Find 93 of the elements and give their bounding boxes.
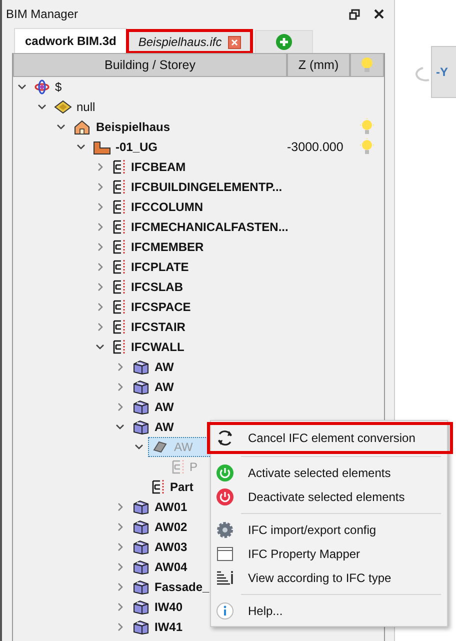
visibility-column-header[interactable] bbox=[350, 53, 384, 77]
element-box-icon bbox=[132, 519, 150, 535]
tree-item[interactable]: IFCBEAM bbox=[109, 157, 189, 177]
expand-chevron-icon[interactable] bbox=[95, 162, 105, 172]
panel-title: BIM Manager bbox=[6, 7, 80, 21]
light-bulb-icon[interactable] bbox=[360, 118, 374, 136]
tree-item[interactable]: $ bbox=[31, 77, 65, 97]
ifc-type-icon bbox=[112, 179, 126, 195]
tree-item[interactable]: IFCCOLUMN bbox=[109, 197, 206, 217]
ifc-type-icon bbox=[112, 259, 126, 275]
ifc-type-icon bbox=[112, 199, 126, 215]
storey-icon bbox=[92, 139, 110, 155]
ifc-type-icon bbox=[112, 219, 126, 235]
add-tab-button[interactable] bbox=[254, 30, 313, 53]
expand-chevron-icon[interactable] bbox=[95, 182, 105, 192]
element-plate-icon bbox=[151, 439, 169, 455]
element-box-icon bbox=[132, 379, 150, 395]
tree-item[interactable]: IFCSPACE bbox=[109, 297, 194, 317]
ifc-type-icon bbox=[112, 239, 126, 255]
tree-item[interactable]: IFCBUILDINGELEMENTP... bbox=[109, 177, 286, 197]
tab[interactable]: Beispielhaus.ifc bbox=[127, 30, 252, 53]
element-box-icon bbox=[132, 399, 150, 415]
light-bulb-icon[interactable] bbox=[360, 138, 374, 156]
tree-item[interactable]: AW bbox=[128, 357, 177, 377]
tab[interactable]: cadwork BIM.3d bbox=[14, 28, 128, 53]
element-box-icon bbox=[132, 579, 150, 595]
collapse-chevron-icon[interactable] bbox=[95, 342, 105, 352]
element-box-icon bbox=[132, 599, 150, 615]
z-value: -3000.000 bbox=[287, 140, 344, 154]
view-cube[interactable]: -Y bbox=[431, 46, 456, 98]
tree-item[interactable]: IW40 bbox=[128, 597, 186, 617]
tree-item[interactable]: AW bbox=[128, 417, 177, 437]
tree-item[interactable]: IFCSTAIR bbox=[109, 317, 188, 337]
tree-item[interactable]: IFCMECHANICALFASTEN... bbox=[109, 217, 292, 237]
tree-item[interactable]: IW41 bbox=[128, 617, 186, 637]
column-header[interactable]: Building / Storey bbox=[13, 53, 287, 77]
tree-item[interactable]: IFCSLAB bbox=[109, 277, 186, 297]
ifc-type-icon bbox=[112, 319, 126, 335]
expand-chevron-icon[interactable] bbox=[95, 262, 105, 272]
element-box-icon bbox=[132, 359, 150, 375]
collapse-chevron-icon[interactable] bbox=[36, 102, 46, 112]
expand-chevron-icon[interactable] bbox=[95, 322, 105, 332]
close-tab-icon[interactable] bbox=[228, 36, 241, 48]
refresh-icon bbox=[216, 429, 234, 447]
tree-item[interactable]: AW bbox=[128, 377, 177, 397]
column-header[interactable]: Z (mm) bbox=[287, 53, 350, 77]
expand-chevron-icon[interactable] bbox=[95, 222, 105, 232]
tree-item[interactable]: IFCMEMBER bbox=[109, 237, 207, 257]
ifc-type-icon bbox=[112, 299, 126, 315]
tree-item[interactable]: Beispielhaus bbox=[70, 117, 174, 137]
site-icon bbox=[54, 99, 72, 115]
project-icon bbox=[34, 79, 50, 95]
window-icon bbox=[216, 545, 234, 563]
collapse-chevron-icon[interactable] bbox=[76, 142, 86, 152]
element-box-icon bbox=[132, 559, 150, 575]
gear-icon bbox=[216, 521, 234, 539]
collapse-chevron-icon[interactable] bbox=[56, 122, 66, 132]
element-box-icon bbox=[132, 499, 150, 515]
light-bulb-icon bbox=[360, 56, 374, 74]
tree-item[interactable]: IFCPLATE bbox=[109, 257, 192, 277]
info-icon bbox=[216, 602, 234, 620]
ifc-type-icon bbox=[112, 279, 126, 295]
tree-item[interactable]: Part bbox=[148, 477, 196, 497]
list-icon bbox=[216, 569, 234, 587]
close-icon[interactable] bbox=[374, 9, 384, 19]
ifc-type-icon bbox=[170, 459, 184, 475]
expand-chevron-icon[interactable] bbox=[95, 202, 105, 212]
tree-item[interactable]: Fassade_ bbox=[128, 577, 212, 597]
tree-item[interactable]: null bbox=[50, 97, 98, 117]
tree-item[interactable]: -01_UG bbox=[90, 137, 161, 157]
ifc-type-icon bbox=[112, 159, 126, 175]
tree-item[interactable]: AW03 bbox=[128, 537, 190, 557]
house-icon bbox=[73, 119, 91, 135]
cube-face-label: -Y bbox=[436, 65, 448, 79]
collapse-chevron-icon[interactable] bbox=[114, 422, 124, 432]
tree-item[interactable]: AW bbox=[128, 397, 177, 417]
tree-item[interactable]: AW01 bbox=[128, 497, 190, 517]
expand-chevron-icon[interactable] bbox=[95, 242, 105, 252]
ifc-type-icon bbox=[151, 479, 165, 495]
expand-chevron-icon[interactable] bbox=[95, 282, 105, 292]
tree-item[interactable]: IFCWALL bbox=[109, 337, 188, 357]
element-box-icon bbox=[132, 539, 150, 555]
tree-item[interactable]: AW02 bbox=[128, 517, 190, 537]
ifc-type-icon bbox=[112, 339, 126, 355]
float-icon[interactable] bbox=[349, 8, 360, 20]
plus-icon bbox=[276, 34, 292, 50]
tree-item[interactable]: AW04 bbox=[128, 557, 190, 577]
power-icon bbox=[216, 488, 234, 506]
power-icon bbox=[216, 464, 234, 482]
element-box-icon bbox=[132, 419, 150, 435]
element-box-icon bbox=[132, 619, 150, 635]
expand-chevron-icon[interactable] bbox=[95, 302, 105, 312]
collapse-chevron-icon[interactable] bbox=[17, 82, 27, 92]
